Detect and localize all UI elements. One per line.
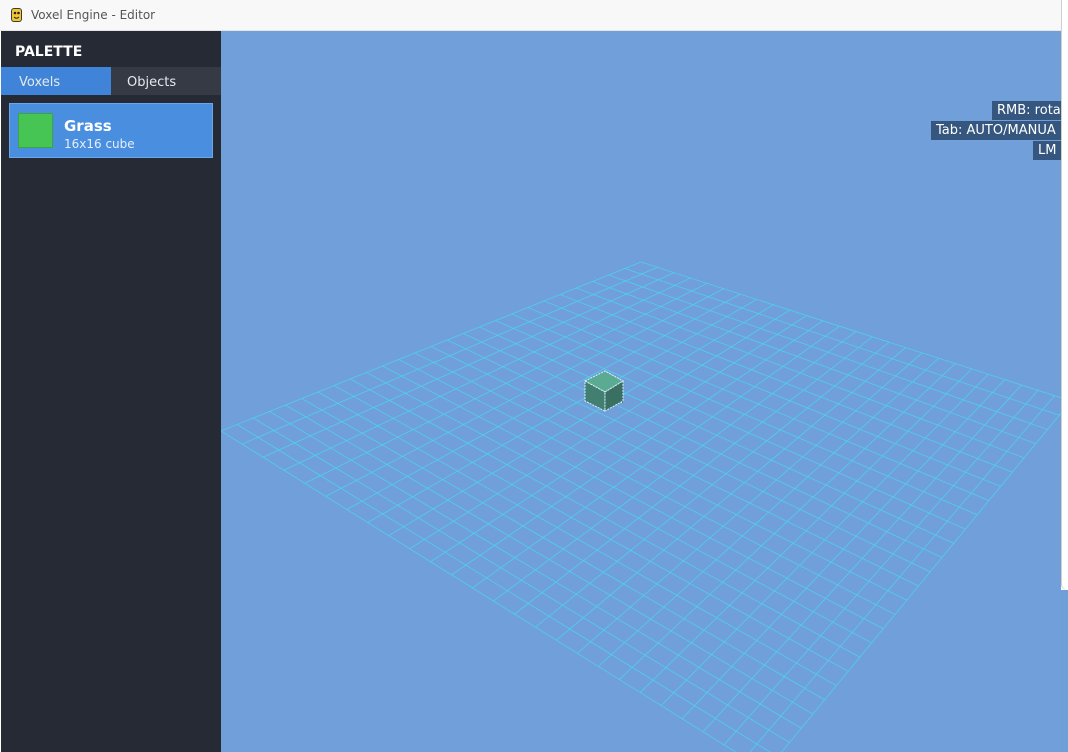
- grid-line-b-0: [640, 261, 1061, 399]
- tab-voxels[interactable]: Voxels: [1, 67, 111, 95]
- grid-line-b-22: [285, 404, 814, 715]
- palette-item-description: 16x16 cube: [64, 137, 135, 151]
- grid-line-a-17: [577, 352, 923, 654]
- grid-line-b-19: [333, 385, 849, 672]
- hint-rmb-rotate: RMB: rota: [992, 101, 1061, 120]
- grid-line-b-25: [236, 424, 771, 752]
- title-bar[interactable]: Voxel Engine - Editor: [0, 0, 1061, 31]
- grid-line-b-20: [317, 391, 837, 686]
- palette-sidebar: PALETTE Voxels Objects Grass 16x16 cube: [1, 31, 221, 752]
- grid-line-a-14: [514, 336, 873, 615]
- palette-item-grass[interactable]: Grass 16x16 cube: [9, 103, 213, 158]
- window-frame-edge: [1061, 0, 1068, 590]
- viewport-edge: [1061, 590, 1068, 752]
- palette-tabs: Voxels Objects: [1, 67, 221, 95]
- color-swatch: [18, 113, 53, 148]
- editor-window: Voxel Engine - Editor PALETTE Voxels Obj…: [0, 0, 1068, 752]
- hint-tab-mode: Tab: AUTO/MANUA: [931, 121, 1061, 140]
- grid-line-b-24: [253, 417, 790, 743]
- grid-line-a-21: [660, 373, 989, 706]
- grid-line-a-24: [723, 390, 1039, 746]
- palette-title: PALETTE: [15, 44, 83, 60]
- python-snake-icon: [11, 8, 22, 22]
- grid-line-b-14: [414, 352, 908, 601]
- window-title: Voxel Engine - Editor: [31, 8, 156, 22]
- grid-line-a-16: [556, 347, 906, 641]
- grid-line-a-23: [702, 384, 1022, 733]
- grid-line-a-22: [681, 379, 1006, 720]
- grid-line-a-20: [639, 368, 973, 693]
- tab-objects[interactable]: Objects: [111, 67, 221, 95]
- grid-line-a-19: [618, 363, 956, 680]
- 3d-viewport[interactable]: RMB: rota Tab: AUTO/MANUA LM: [221, 31, 1061, 752]
- grid-line-b-18: [349, 378, 861, 658]
- grid-line-b-26: [221, 430, 737, 752]
- grid-line-a-26: [781, 412, 1061, 752]
- grid-line-b-23: [269, 411, 802, 729]
- palette-item-name: Grass: [64, 117, 112, 135]
- hint-lmb: LM: [1033, 141, 1061, 160]
